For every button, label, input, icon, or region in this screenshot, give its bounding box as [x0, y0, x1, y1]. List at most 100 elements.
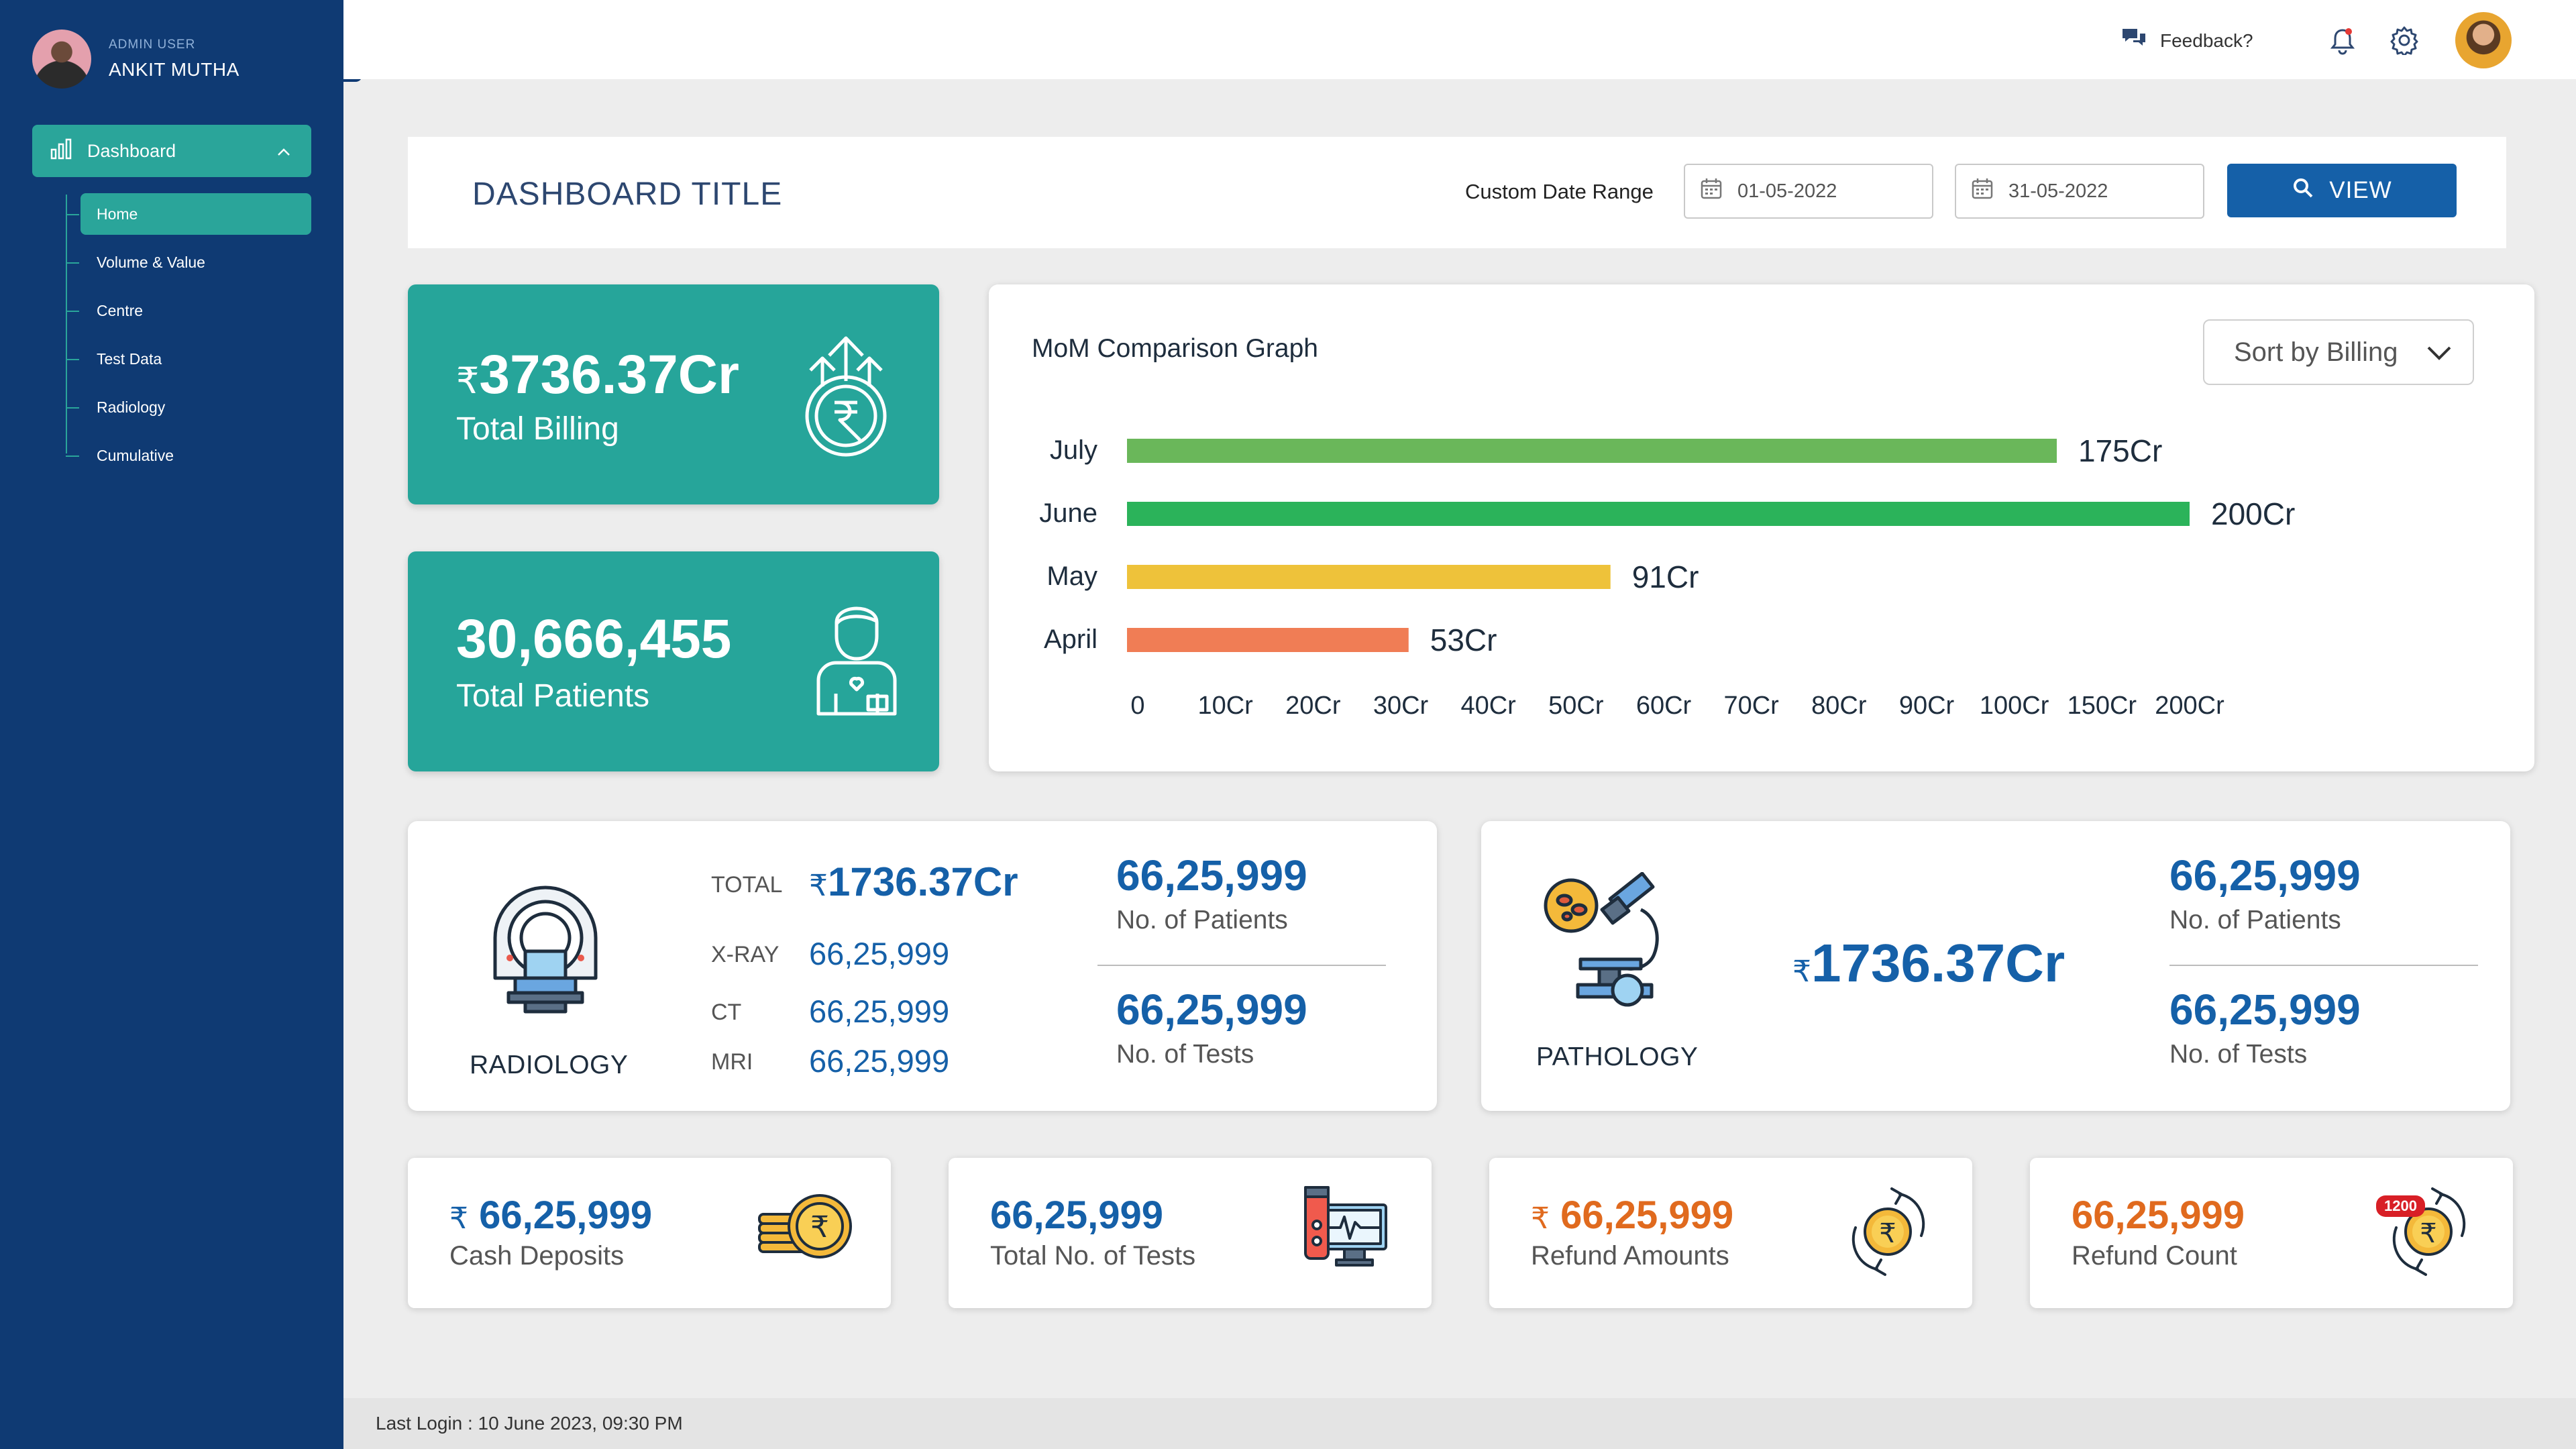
cash-deposits-card: ₹ 66,25,999 Cash Deposits ₹	[408, 1158, 891, 1308]
user-name: ANKIT MUTHA	[109, 59, 239, 80]
bar-april[interactable]	[1127, 628, 1409, 652]
avatar[interactable]	[2455, 12, 2512, 68]
feedback-link[interactable]: Feedback?	[2121, 27, 2253, 54]
pathology-card: PATHOLOGY ₹1736.37Cr 66,25,999 No. of Pa…	[1481, 821, 2510, 1111]
sidebar-item-cumulative[interactable]: Cumulative	[66, 435, 311, 476]
sidebar-item-label: Home	[97, 205, 138, 223]
refund-amounts-label: Refund Amounts	[1531, 1241, 1729, 1271]
refund-cycle-icon: ₹	[1845, 1185, 1932, 1282]
x-tick-label: 0	[1130, 692, 1144, 720]
notification-button[interactable]	[2329, 27, 2356, 58]
user-role: ADMIN USER	[109, 38, 196, 52]
refund-count-value: 66,25,999	[2072, 1193, 2245, 1237]
bar-chart-icon	[50, 138, 72, 165]
last-login-text: Last Login : 10 June 2023, 09:30 PM	[376, 1413, 683, 1434]
nav-tree-line	[66, 195, 67, 453]
sidebar-item-label: Volume & Value	[97, 253, 205, 271]
sidebar-item-dashboard[interactable]: Dashboard	[32, 125, 311, 177]
total-billing-label: Total Billing	[456, 411, 619, 447]
sidebar-item-label: Dashboard	[87, 140, 176, 161]
microscope-icon	[1540, 871, 1688, 1016]
page-title: DASHBOARD TITLE	[472, 176, 783, 212]
sidebar-item-radiology[interactable]: Radiology	[66, 386, 311, 428]
x-tick-label: 100Cr	[1980, 692, 2049, 720]
svg-text:₹: ₹	[2420, 1218, 2436, 1249]
pathology-patients-value: 66,25,999	[2169, 851, 2361, 900]
refund-amounts-card: ₹ 66,25,999 Refund Amounts ₹	[1489, 1158, 1972, 1308]
coins-icon: ₹	[755, 1187, 856, 1271]
radiology-name: RADIOLOGY	[470, 1051, 629, 1079]
sidebar: ADMIN USER ANKIT MUTHA Dashboard Home Vo…	[0, 0, 343, 1449]
x-tick-label: 150Cr	[2068, 692, 2137, 720]
total-patients-label: Total Patients	[456, 678, 650, 714]
rupee-growth-icon	[802, 333, 890, 464]
bar-july[interactable]	[1127, 439, 2057, 463]
radiology-patients-label: No. of Patients	[1116, 906, 1288, 934]
x-tick-label: 70Cr	[1723, 692, 1779, 720]
data-label-may: 91Cr	[1632, 559, 1699, 594]
x-tick-label: 200Cr	[2155, 692, 2224, 720]
pathology-tests-label: No. of Tests	[2169, 1040, 2308, 1069]
date-range-label: Custom Date Range	[1465, 180, 1654, 203]
gear-icon	[2390, 26, 2419, 58]
radiology-tests-value: 66,25,999	[1116, 985, 1307, 1034]
view-button[interactable]: VIEW	[2227, 164, 2457, 217]
from-date-field[interactable]: 01-05-2022	[1684, 164, 1933, 219]
bell-icon	[2329, 28, 2356, 58]
radiology-card: RADIOLOGY TOTAL ₹1736.37Cr X-RAY 66,25,9…	[408, 821, 1437, 1111]
bar-june[interactable]	[1127, 502, 2190, 526]
pathology-name: PATHOLOGY	[1536, 1042, 1699, 1071]
calendar-icon	[1971, 177, 1994, 205]
sidebar-item-label: Centre	[97, 301, 144, 319]
total-billing-card: ₹3736.37Cr Total Billing	[408, 284, 939, 504]
from-date-value: 01-05-2022	[1737, 180, 1837, 202]
category-label-july: July	[1050, 435, 1097, 465]
chevron-up-icon[interactable]	[276, 141, 291, 162]
calendar-icon	[1700, 177, 1723, 205]
total-tests-label: Total No. of Tests	[990, 1241, 1196, 1271]
sidebar-item-volume-value[interactable]: Volume & Value	[66, 241, 311, 283]
svg-text:₹: ₹	[1879, 1218, 1896, 1249]
pathology-tests-value: 66,25,999	[2169, 985, 2361, 1034]
footer: Last Login : 10 June 2023, 09:30 PM	[343, 1398, 2576, 1449]
settings-button[interactable]	[2390, 25, 2419, 58]
x-tick-label: 10Cr	[1197, 692, 1253, 720]
refund-count-badge: 1200	[2376, 1195, 2425, 1217]
xray-label: X-RAY	[711, 942, 780, 967]
ct-value: 66,25,999	[809, 994, 950, 1029]
divider	[2169, 965, 2478, 966]
title-bar: DASHBOARD TITLE Custom Date Range 01-05-…	[408, 137, 2506, 248]
patient-icon	[813, 589, 900, 720]
refund-count-label: Refund Count	[2072, 1241, 2237, 1271]
avatar[interactable]	[32, 30, 91, 89]
total-label: TOTAL	[711, 872, 783, 898]
sidebar-item-centre[interactable]: Centre	[66, 290, 311, 331]
chat-bubble-icon	[2121, 27, 2147, 54]
total-tests-value: 66,25,999	[990, 1193, 1164, 1237]
data-label-june: 200Cr	[2211, 496, 2295, 531]
lab-monitor-icon	[1303, 1185, 1390, 1275]
radiology-total-value: ₹1736.37Cr	[809, 859, 1018, 904]
sidebar-item-test-data[interactable]: Test Data	[66, 338, 311, 380]
bar-chart: July 175Cr June 200Cr May 91Cr April 53Cr 0 10Cr 2…	[1039, 433, 2295, 720]
refund-count-card: 66,25,999 Refund Count ₹ 1200	[2030, 1158, 2513, 1308]
pathology-total-value: ₹1736.37Cr	[1792, 933, 2065, 993]
feedback-label: Feedback?	[2160, 30, 2253, 51]
x-tick-label: 30Cr	[1373, 692, 1429, 720]
ct-label: CT	[711, 1000, 742, 1025]
cash-deposits-label: Cash Deposits	[449, 1241, 625, 1271]
total-patients-value: 30,666,455	[456, 608, 732, 669]
x-tick-label: 90Cr	[1899, 692, 1955, 720]
bar-may[interactable]	[1127, 565, 1611, 589]
user-profile[interactable]: ADMIN USER ANKIT MUTHA	[32, 30, 239, 89]
total-billing-value: ₹3736.37Cr	[456, 344, 739, 405]
category-label-may: May	[1046, 561, 1097, 591]
radiology-tests-label: No. of Tests	[1116, 1040, 1254, 1069]
x-tick-label: 20Cr	[1285, 692, 1341, 720]
x-tick-label: 60Cr	[1636, 692, 1692, 720]
cash-deposits-value: ₹ 66,25,999	[449, 1193, 653, 1237]
to-date-field[interactable]: 31-05-2022	[1955, 164, 2204, 219]
ct-scanner-icon	[488, 877, 602, 1022]
pathology-patients-label: No. of Patients	[2169, 906, 2341, 934]
sidebar-item-home[interactable]: Home	[66, 193, 311, 235]
